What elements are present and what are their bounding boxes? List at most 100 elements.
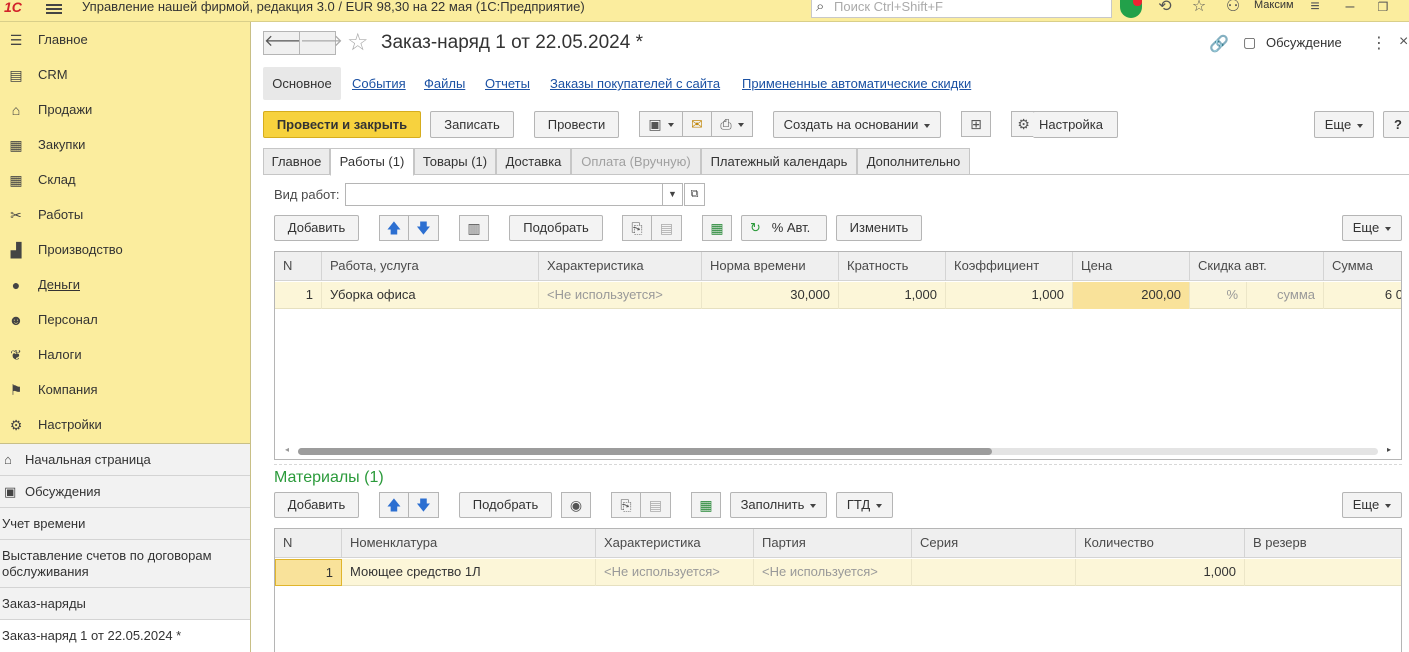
open-window-invoicing[interactable]: Выставление счетов по договорам обслужив… [0, 540, 250, 588]
post-and-close-button[interactable]: Провести и закрыть [263, 111, 421, 138]
cell-price[interactable]: 200,00 [1073, 282, 1190, 309]
table-row[interactable]: 1 Моющее средство 1Л <Не используется> <… [275, 559, 1401, 586]
email-icon[interactable]: ✉ [682, 111, 712, 137]
back-button[interactable]: 🡐 [263, 31, 307, 55]
col-n[interactable]: N [275, 252, 322, 281]
form-link-site-orders[interactable]: Заказы покупателей с сайта [550, 76, 720, 91]
cell-multiplicity[interactable]: 1,000 [839, 282, 946, 309]
section-company[interactable]: ⚑ Компания [0, 372, 250, 407]
cell-time-norm[interactable]: 30,000 [702, 282, 839, 309]
favorites-star-icon[interactable]: ☆ [1189, 0, 1209, 18]
search-input[interactable]: ⌕ Поиск Ctrl+Shift+F [811, 0, 1112, 18]
section-works[interactable]: ✂ Работы [0, 197, 250, 232]
tab-additional[interactable]: Дополнительно [857, 148, 970, 175]
works-add-button[interactable]: Добавить [274, 215, 359, 241]
more-vertical-icon[interactable]: ⋮ [1371, 33, 1387, 53]
col-work[interactable]: Работа, услуга [322, 252, 539, 281]
open-window-work-orders[interactable]: Заказ-наряды [0, 588, 250, 620]
cell-discount-sum[interactable]: сумма [1247, 282, 1324, 309]
work-type-dropdown-icon[interactable]: ▼ [662, 183, 683, 206]
cell-coefficient[interactable]: 1,000 [946, 282, 1073, 309]
cell-characteristic[interactable]: <Не используется> [539, 282, 702, 309]
form-link-events[interactable]: События [352, 76, 406, 91]
cell-sum[interactable]: 6 0 [1324, 282, 1401, 309]
section-sales[interactable]: ⌂ Продажи [0, 92, 250, 127]
minimize-icon[interactable]: – [1340, 0, 1360, 18]
paste-icon[interactable]: ▤ [651, 215, 682, 241]
table-row[interactable]: 1 Уборка офиса <Не используется> 30,000 … [275, 282, 1401, 309]
restore-window-icon[interactable]: ❐ [1373, 0, 1393, 18]
calculate-icon[interactable]: ▦ [691, 492, 721, 518]
scroll-left-icon[interactable]: ◂ [285, 445, 289, 454]
cell-series[interactable] [912, 559, 1076, 586]
tab-delivery[interactable]: Доставка [496, 148, 571, 175]
gtd-button[interactable]: ГТД [836, 492, 893, 518]
form-link-files[interactable]: Файлы [424, 76, 465, 91]
section-production[interactable]: ▟ Производство [0, 232, 250, 267]
settings-menu-icon[interactable]: ≡ [1305, 0, 1325, 18]
cell-discount-pct[interactable]: % [1190, 282, 1247, 309]
scroll-right-icon[interactable]: ▸ [1387, 445, 1391, 454]
move-up-icon[interactable]: 🡅 [379, 215, 409, 241]
user-name[interactable]: Максим [1254, 0, 1294, 11]
materials-add-button[interactable]: Добавить [274, 492, 359, 518]
section-warehouse[interactable]: ▦ Склад [0, 162, 250, 197]
post-button[interactable]: Провести [534, 111, 619, 138]
section-staff[interactable]: ☻ Персонал [0, 302, 250, 337]
section-money[interactable]: ● Деньги [0, 267, 250, 302]
calculate-icon[interactable]: ▦ [702, 215, 732, 241]
help-button[interactable]: ? [1383, 111, 1409, 138]
tab-main[interactable]: Главное [263, 148, 330, 175]
col-characteristic[interactable]: Характеристика [539, 252, 702, 281]
section-settings[interactable]: ⚙ Настройки [0, 407, 250, 442]
open-window-time-tracking[interactable]: Учет времени [0, 508, 250, 540]
work-type-field[interactable] [345, 183, 663, 206]
col-sum[interactable]: Сумма [1324, 252, 1401, 281]
settings-button[interactable]: Настройка [1033, 111, 1118, 138]
notifications-icon[interactable] [1120, 0, 1142, 18]
materials-pick-button[interactable]: Подобрать [459, 492, 552, 518]
form-link-main[interactable]: Основное [263, 67, 341, 100]
col-quantity[interactable]: Количество [1076, 529, 1245, 558]
col-auto-discount[interactable]: Скидка авт. [1190, 252, 1324, 281]
cell-characteristic[interactable]: <Не используется> [596, 559, 754, 586]
tab-goods[interactable]: Товары (1) [414, 148, 496, 175]
section-taxes[interactable]: ❦ Налоги [0, 337, 250, 372]
col-n[interactable]: N [275, 529, 342, 558]
eye-icon[interactable]: ◉ [561, 492, 591, 518]
tab-payment[interactable]: Оплата (Вручную) [571, 148, 701, 175]
works-change-button[interactable]: Изменить [836, 215, 922, 241]
form-link-auto-discounts[interactable]: Примененные автоматические скидки [742, 76, 971, 91]
move-down-icon[interactable]: 🡇 [408, 492, 439, 518]
document-print-menu-icon[interactable]: ▣ [639, 111, 683, 137]
col-time-norm[interactable]: Норма времени [702, 252, 839, 281]
barcode-icon[interactable]: ▥ [459, 215, 489, 241]
cell-batch[interactable]: <Не используется> [754, 559, 912, 586]
copy-icon[interactable]: ⎘ [622, 215, 652, 241]
open-window-discussions[interactable]: ▣ Обсуждения [0, 476, 250, 508]
cell-nomenclature[interactable]: Моющее средство 1Л [342, 559, 596, 586]
col-batch[interactable]: Партия [754, 529, 912, 558]
section-purchases[interactable]: ▦ Закупки [0, 127, 250, 162]
materials-more-button[interactable]: Еще [1342, 492, 1402, 518]
discussion-link[interactable]: Обсуждение [1266, 35, 1342, 50]
cell-n[interactable]: 1 [275, 559, 342, 586]
work-type-open-icon[interactable]: ⧉ [684, 183, 705, 206]
save-button[interactable]: Записать [430, 111, 514, 138]
user-icon[interactable]: ⚇ [1223, 0, 1243, 18]
col-nomenclature[interactable]: Номенклатура [342, 529, 596, 558]
open-window-home[interactable]: ⌂ Начальная страница [0, 444, 250, 476]
works-pick-button[interactable]: Подобрать [509, 215, 603, 241]
col-characteristic[interactable]: Характеристика [596, 529, 754, 558]
hamburger-menu-icon[interactable] [46, 2, 62, 16]
tab-payment-calendar[interactable]: Платежный календарь [701, 148, 857, 175]
cell-quantity[interactable]: 1,000 [1076, 559, 1245, 586]
works-more-button[interactable]: Еще [1342, 215, 1402, 241]
col-price[interactable]: Цена [1073, 252, 1190, 281]
printer-icon[interactable]: ⎙ [711, 111, 753, 137]
paste-icon[interactable]: ▤ [640, 492, 671, 518]
cell-n[interactable]: 1 [275, 282, 322, 309]
fill-button[interactable]: Заполнить [730, 492, 827, 518]
auto-discount-button[interactable]: ↻% Авт. [741, 215, 827, 241]
move-down-icon[interactable]: 🡇 [408, 215, 439, 241]
